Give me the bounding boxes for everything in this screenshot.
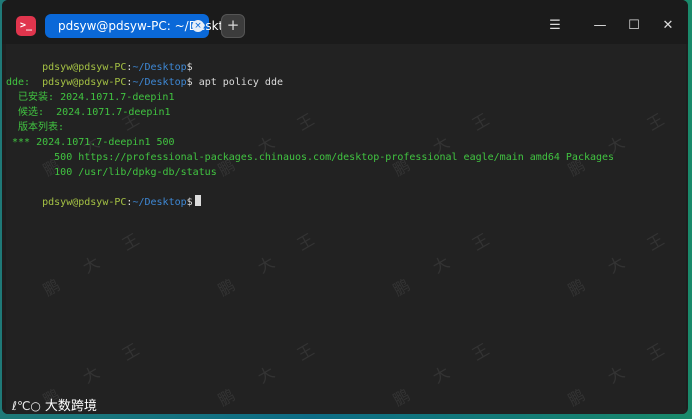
output-line: 候选: 2024.1071.7-deepin1 [6,107,171,118]
output-line: 100 /usr/lib/dpkg-db/status [6,167,217,178]
output-line: dde: [6,77,31,88]
prompt-path: ~/Desktop [132,197,187,208]
watermark: 鹏 大 王 [39,224,151,300]
new-tab-button[interactable]: + [221,14,245,38]
maximize-button[interactable]: ☐ [624,16,644,36]
terminal-content[interactable]: 鹏 大 王 鹏 大 王 鹏 大 王 鹏 大 王 鹏 大 王 鹏 大 王 鹏 大 … [6,44,686,414]
title-bar[interactable]: >_ pdsyw@pdsyw-PC: ~/Desktop × + ☰ — ☐ ✕ [2,0,688,44]
watermark: 鹏 大 王 [389,334,501,410]
output-line: 版本列表: [6,122,65,133]
watermark: 鹏 大 王 [214,104,326,180]
prompt-user: pdsyw@pdsyw-PC [42,77,127,88]
prompt-line: pdsyw@pdsyw-PC:~/Desktop$ apt policy dde [6,60,283,88]
terminal-window: >_ pdsyw@pdsyw-PC: ~/Desktop × + ☰ — ☐ ✕… [2,0,688,414]
prompt-line: pdsyw@pdsyw-PC:~/Desktop$ [6,180,201,208]
prompt-line: pdsyw@pdsyw-PC:~/Desktop$ [6,45,193,73]
prompt-user: pdsyw@pdsyw-PC [42,197,127,208]
watermark: 鹏 大 王 [564,334,676,410]
watermark: 鹏 大 王 [214,334,326,410]
brand-mark-icon: ℓ℃○ [12,399,41,413]
tab-terminal[interactable]: pdsyw@pdsyw-PC: ~/Desktop × [45,14,238,38]
prompt-dollar: $ [186,197,193,208]
watermark: 鹏 大 王 [564,104,676,180]
close-button[interactable]: ✕ [658,16,678,36]
output-line: 已安装: 2024.1071.7-deepin1 [6,92,175,103]
tab-close-icon[interactable]: × [192,20,204,32]
terminal-app-icon: >_ [16,16,36,36]
menu-icon[interactable]: ☰ [545,16,565,36]
output-line: 500 https://professional-packages.chinau… [6,152,615,163]
prompt-path: ~/Desktop [132,77,187,88]
branding-logo: ℓ℃○ 大数跨境 [12,395,97,415]
watermark: 鹏 大 王 [564,224,676,300]
watermark: 鹏 大 王 [389,224,501,300]
command-text: apt policy dde [192,77,283,88]
brand-text: 大数跨境 [44,399,97,414]
tab-label: pdsyw@pdsyw-PC: ~/Desktop [58,19,239,33]
watermark: 鹏 大 王 [214,224,326,300]
minimize-button[interactable]: — [590,16,610,36]
watermark: 鹏 大 王 [389,104,501,180]
output-line: *** 2024.1071.7-deepin1 500 [6,137,175,148]
text-cursor [194,195,201,206]
